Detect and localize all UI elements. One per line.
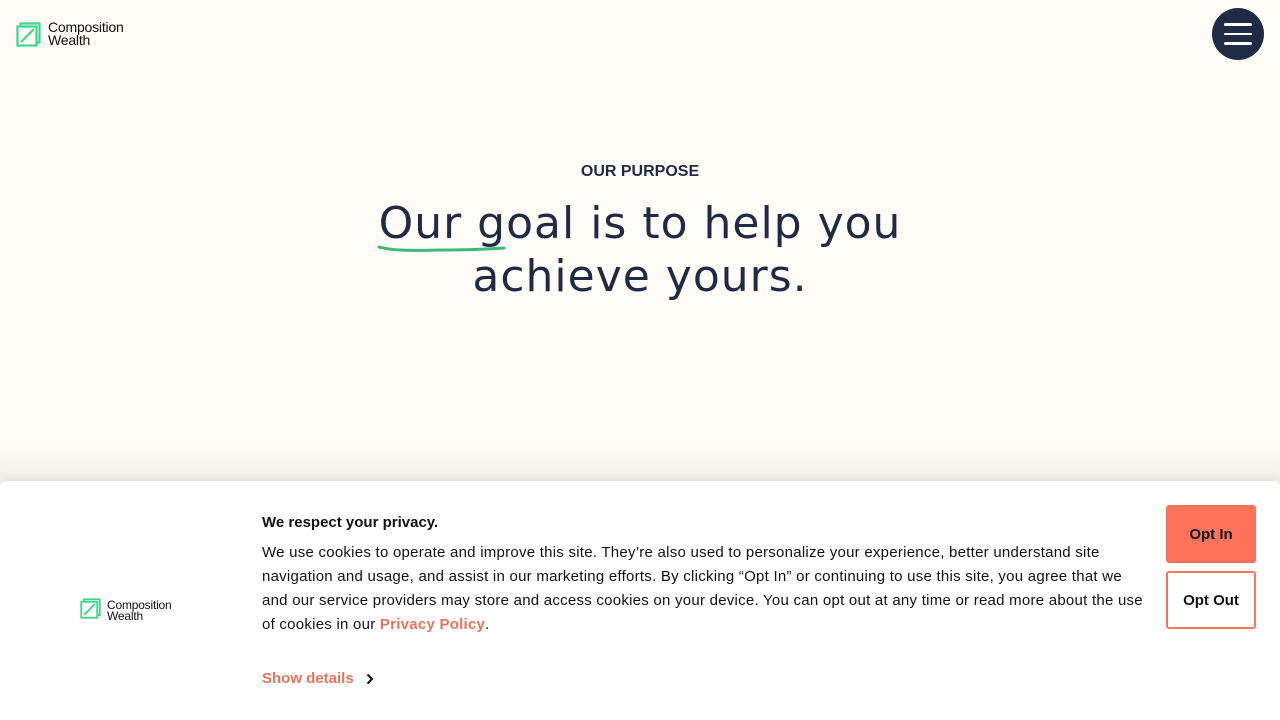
cookie-logo-text: Composition Wealth [107, 599, 172, 623]
cookie-banner-body: We use cookies to operate and improve th… [262, 541, 1152, 637]
opt-out-button[interactable]: Opt Out [1166, 571, 1256, 629]
chevron-right-icon [366, 673, 374, 684]
hero-section: OUR PURPOSE Our goal is to help you achi… [0, 160, 1280, 303]
cookie-logo-line-2: Wealth [107, 609, 143, 623]
opt-in-button[interactable]: Opt In [1166, 505, 1256, 563]
show-details-label: Show details [262, 670, 354, 687]
hand-drawn-underline [377, 245, 506, 252]
hamburger-menu-icon [1224, 23, 1252, 26]
headline-underlined-phrase: Our goal [377, 197, 576, 252]
headline-line-2: achieve yours. [472, 251, 808, 302]
hamburger-menu-icon-bottom [1224, 42, 1252, 45]
headline-underlined-text: Our goal [378, 198, 576, 249]
logo-line-2: Wealth [48, 32, 91, 48]
privacy-policy-link[interactable]: Privacy Policy [380, 616, 485, 633]
show-details-link[interactable]: Show details [262, 670, 374, 687]
composition-wealth-logo-icon [80, 598, 101, 624]
cookie-body-end: . [485, 616, 490, 633]
logo-text: Composition Wealth [48, 20, 124, 48]
cookie-banner-logo: Composition Wealth [80, 598, 172, 624]
page: Composition Wealth OUR PURPOSE Our goal … [0, 0, 1280, 720]
page-headline: Our goal is to help you achieve yours. [330, 197, 950, 303]
site-logo[interactable]: Composition Wealth [16, 20, 124, 48]
hamburger-menu-icon-middle [1224, 32, 1252, 36]
cookie-consent-banner: Composition Wealth We respect your priva… [0, 481, 1280, 720]
banner-shadow [0, 440, 1280, 484]
composition-wealth-logo-icon [16, 21, 41, 47]
cookie-banner-title: We respect your privacy. [262, 514, 439, 531]
headline-rest-line-1: is to help you [575, 198, 902, 249]
menu-button[interactable] [1212, 8, 1264, 60]
section-eyebrow: OUR PURPOSE [580, 163, 700, 180]
